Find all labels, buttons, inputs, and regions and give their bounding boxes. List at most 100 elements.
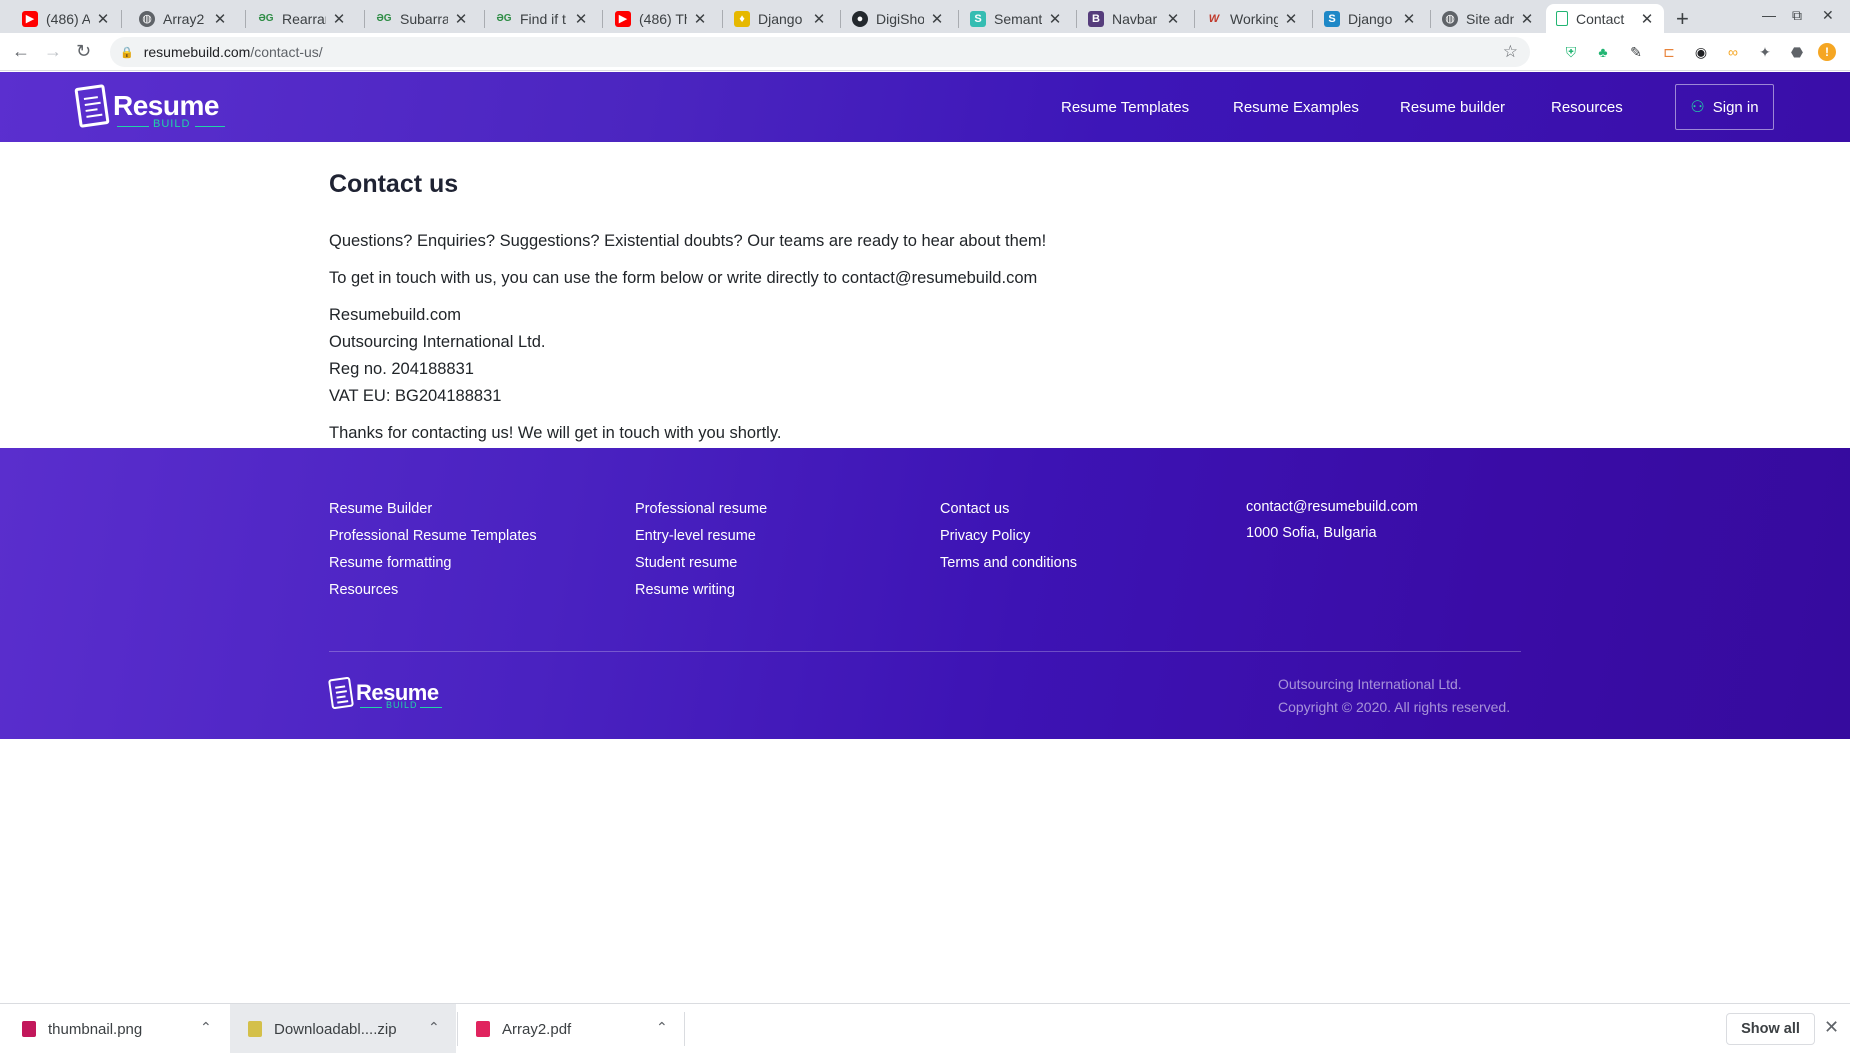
chevron-up-icon[interactable]: ⌃ (200, 1019, 212, 1036)
forward-icon[interactable]: → (44, 41, 62, 62)
chevron-up-icon[interactable]: ⌃ (656, 1019, 668, 1036)
tab-title: Contact (1576, 10, 1625, 27)
tab-close-icon[interactable]: ✕ (930, 10, 944, 28)
chevron-up-icon[interactable]: ⌃ (428, 1019, 440, 1036)
footer-link[interactable]: Resume writing (635, 582, 735, 598)
nav-resources[interactable]: Resources (1551, 99, 1623, 116)
browser-tab[interactable]: S Django ✕ (1314, 4, 1426, 33)
page-title: Contact us (329, 170, 459, 198)
company-legal: Outsourcing International Ltd. (329, 333, 546, 351)
site-header: Resume BUILD Resume Templates Resume Exa… (0, 72, 1850, 142)
footer-link[interactable]: Terms and conditions (940, 555, 1077, 571)
browser-tab-active[interactable]: Contact ✕ (1546, 4, 1664, 33)
tab-close-icon[interactable]: ✕ (812, 10, 826, 28)
show-all-button[interactable]: Show all (1726, 1013, 1815, 1045)
footer-link[interactable]: Student resume (635, 555, 737, 571)
footer-logo[interactable]: Resume BUILD (328, 676, 442, 710)
record-extension-icon[interactable]: ◉ (1692, 43, 1710, 61)
globe-icon: ◍ (1442, 10, 1458, 27)
browser-tab[interactable]: ◍ Array2 ✕ (129, 4, 237, 33)
download-shelf: thumbnail.png ⌃ Downloadabl....zip ⌃ Arr… (0, 1003, 1850, 1053)
tab-title: Site adn (1466, 10, 1514, 27)
browser-tab[interactable]: ● DigiSho ✕ (842, 4, 954, 33)
ruler-extension-icon[interactable]: ⊏ (1660, 43, 1678, 61)
company-vat: VAT EU: BG204188831 (329, 387, 502, 405)
site-footer: Resume Builder Professional Resume Templ… (0, 448, 1850, 739)
footer-link[interactable]: Professional resume (635, 501, 767, 517)
tab-close-icon[interactable]: ✕ (1402, 10, 1416, 28)
footer-link[interactable]: Contact us (940, 501, 1009, 517)
back-icon[interactable]: ← (12, 41, 30, 62)
bookmark-star-icon[interactable]: ☆ (1503, 42, 1518, 62)
download-filename: Array2.pdf (502, 1020, 572, 1038)
browser-tab[interactable]: ƏG Subarra ✕ (366, 4, 478, 33)
browser-tab[interactable]: ▶ (486) Ar ✕ (12, 4, 120, 33)
tab-title: Semant (994, 10, 1042, 27)
tab-title: Navbar (1112, 10, 1158, 27)
tab-close-icon[interactable]: ✕ (1166, 10, 1180, 28)
tab-close-icon[interactable]: ✕ (213, 10, 227, 28)
logo-sub: BUILD (386, 700, 418, 710)
puzzle-extension-icon[interactable]: ✦ (1756, 43, 1774, 61)
minimize-icon[interactable]: — (1762, 7, 1776, 23)
footer-link[interactable]: Entry-level resume (635, 528, 756, 544)
dropper-extension-icon[interactable]: ✎ (1627, 43, 1645, 61)
window-close-icon[interactable]: ✕ (1822, 7, 1834, 24)
reload-icon[interactable]: ↻ (76, 41, 91, 62)
browser-tab[interactable]: ♦ Django ✕ (724, 4, 836, 33)
browser-tab[interactable]: ƏG Find if t ✕ (486, 4, 598, 33)
browser-tab[interactable]: B Navbar ✕ (1078, 4, 1190, 33)
s-icon: S (970, 10, 986, 27)
download-item[interactable]: Array2.pdf ⌃ (458, 1004, 684, 1053)
footer-link[interactable]: Resume Builder (329, 501, 432, 517)
tab-close-icon[interactable]: ✕ (1640, 10, 1654, 28)
browser-tab[interactable]: ▶ (486) Th ✕ (605, 4, 717, 33)
tree-extension-icon[interactable]: ♣ (1594, 43, 1612, 61)
tab-close-icon[interactable]: ✕ (1048, 10, 1062, 28)
nav-resume-templates[interactable]: Resume Templates (1061, 99, 1189, 116)
footer-link[interactable]: Resume formatting (329, 555, 452, 571)
footer-contact-email[interactable]: contact@resumebuild.com (1246, 499, 1418, 515)
tab-title: Rearran (282, 10, 326, 27)
browser-tab[interactable]: S Semant ✕ (960, 4, 1072, 33)
company-reg: Reg no. 204188831 (329, 360, 474, 378)
link-extension-icon[interactable]: ∞ (1724, 43, 1742, 61)
sign-in-button[interactable]: ⚇ Sign in (1675, 84, 1774, 130)
new-tab-icon[interactable]: + (1676, 6, 1689, 32)
download-item[interactable]: Downloadabl....zip ⌃ (230, 1004, 456, 1053)
company-name: Resumebuild.com (329, 306, 462, 324)
lock-icon: 🔒 (120, 46, 134, 59)
youtube-icon: ▶ (615, 10, 631, 27)
globe-icon: ◍ (139, 10, 155, 27)
footer-link[interactable]: Professional Resume Templates (329, 528, 537, 544)
tab-close-icon[interactable]: ✕ (693, 10, 707, 28)
sign-in-label: Sign in (1712, 98, 1759, 116)
nav-resume-builder[interactable]: Resume builder (1400, 99, 1505, 116)
thanks-text: Thanks for contacting us! We will get in… (329, 424, 782, 442)
tab-close-icon[interactable]: ✕ (1520, 10, 1534, 28)
shield-extension-icon[interactable]: ⛨ (1562, 43, 1580, 61)
nav-resume-examples[interactable]: Resume Examples (1233, 99, 1359, 116)
tab-close-icon[interactable]: ✕ (454, 10, 468, 28)
profile-icon[interactable]: ⬣ (1788, 43, 1806, 61)
browser-tab[interactable]: ƏG Rearran ✕ (248, 4, 356, 33)
footer-link[interactable]: Resources (329, 582, 398, 598)
browser-tab[interactable]: W Working ✕ (1196, 4, 1308, 33)
footer-link[interactable]: Privacy Policy (940, 528, 1030, 544)
user-icon: ⚇ (1690, 99, 1705, 116)
tab-close-icon[interactable]: ✕ (574, 10, 588, 28)
address-bar[interactable]: 🔒 resumebuild.com/contact-us/ ☆ (110, 37, 1530, 67)
close-icon[interactable]: ✕ (1824, 1017, 1839, 1038)
bootstrap-icon: B (1088, 10, 1104, 27)
update-alert-icon[interactable]: ! (1818, 43, 1836, 61)
tab-close-icon[interactable]: ✕ (1284, 10, 1298, 28)
site-logo[interactable]: Resume BUILD (74, 84, 225, 130)
download-item[interactable]: thumbnail.png ⌃ (0, 1004, 228, 1053)
footer-company: Outsourcing International Ltd. (1278, 676, 1462, 692)
pdf-file-icon (476, 1021, 490, 1037)
tab-close-icon[interactable]: ✕ (96, 10, 110, 28)
maximize-icon[interactable]: ⧉ (1792, 7, 1802, 24)
browser-tab[interactable]: ◍ Site adn ✕ (1432, 4, 1544, 33)
tab-title: DigiSho (876, 10, 924, 27)
tab-close-icon[interactable]: ✕ (332, 10, 346, 28)
